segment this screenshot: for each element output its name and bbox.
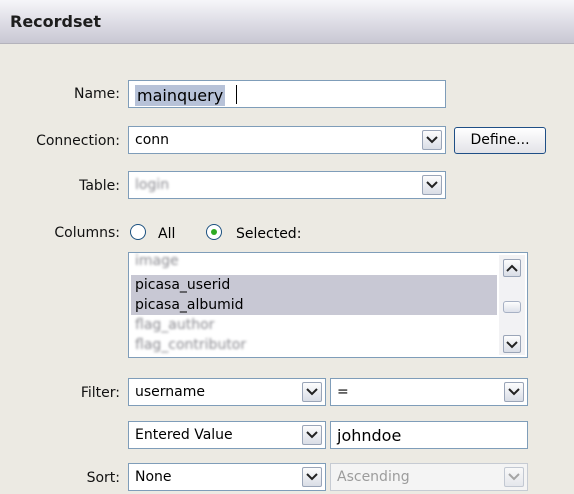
columns-all-label: All: [158, 226, 176, 242]
filter-source-value: Entered Value: [135, 427, 233, 443]
radio-selected-dot: [211, 229, 217, 235]
connection-select[interactable]: conn: [128, 126, 446, 154]
list-item[interactable]: flag_author: [131, 315, 497, 335]
define-button[interactable]: Define...: [454, 127, 546, 154]
chevron-down-icon[interactable]: [422, 175, 442, 195]
scroll-thumb[interactable]: [503, 301, 521, 313]
sort-label: Sort:: [86, 470, 120, 486]
table-select-value: login: [135, 177, 170, 193]
chevron-down-icon[interactable]: [504, 382, 524, 402]
columns-selected-label: Selected:: [236, 226, 302, 242]
filter-column-select[interactable]: username: [128, 378, 326, 406]
sort-column-select[interactable]: None: [128, 463, 326, 491]
chevron-down-icon: [504, 467, 524, 487]
name-input-value: mainquery: [135, 85, 226, 106]
connection-select-value: conn: [135, 132, 170, 148]
columns-selected-radio[interactable]: [206, 224, 222, 240]
filter-column-value: username: [135, 384, 205, 400]
chevron-down-icon[interactable]: [302, 425, 322, 445]
text-caret: [236, 85, 237, 104]
sort-column-value: None: [135, 469, 172, 485]
table-select[interactable]: login: [128, 171, 446, 199]
columns-label: Columns:: [54, 225, 120, 241]
connection-label: Connection:: [36, 133, 120, 149]
filter-operator-select[interactable]: =: [330, 378, 528, 406]
columns-all-radio[interactable]: [130, 224, 146, 240]
dialog-title: Recordset: [10, 12, 102, 31]
scroll-down-icon[interactable]: [503, 335, 521, 353]
dialog-titlebar: Recordset: [0, 0, 574, 44]
chevron-down-icon[interactable]: [302, 382, 322, 402]
list-item[interactable]: image: [131, 253, 497, 271]
list-item[interactable]: flag_contributor: [131, 335, 497, 355]
list-item[interactable]: picasa_userid: [131, 275, 497, 295]
columns-listbox[interactable]: image picasa_userid picasa_albumid flag_…: [128, 252, 528, 358]
scroll-up-icon[interactable]: [503, 259, 521, 277]
name-label: Name:: [73, 86, 120, 102]
filter-label: Filter:: [80, 385, 120, 401]
chevron-down-icon[interactable]: [302, 467, 322, 487]
chevron-down-icon[interactable]: [422, 130, 442, 150]
filter-operator-value: =: [337, 384, 349, 400]
filter-source-select[interactable]: Entered Value: [128, 421, 326, 449]
filter-value-input[interactable]: johndoe: [330, 421, 528, 449]
sort-direction-value: Ascending: [337, 469, 410, 485]
recordset-dialog: Recordset Name: mainquery Connection: co…: [0, 0, 574, 494]
name-input[interactable]: mainquery: [128, 80, 446, 108]
filter-value-text: johndoe: [337, 426, 402, 445]
sort-direction-select: Ascending: [330, 463, 528, 491]
columns-scrollbar[interactable]: [499, 255, 525, 355]
table-label: Table:: [79, 178, 120, 194]
list-item[interactable]: picasa_albumid: [131, 295, 497, 315]
